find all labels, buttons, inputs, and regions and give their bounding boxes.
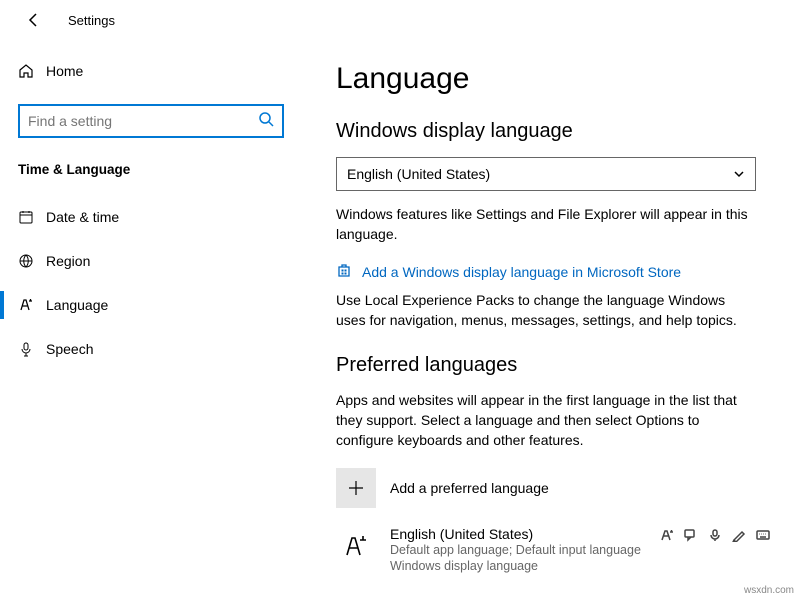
sidebar-item-label: Language — [46, 297, 108, 313]
add-language-button[interactable]: Add a preferred language — [336, 468, 770, 508]
store-icon — [336, 262, 352, 281]
keyboard-badge-icon — [756, 528, 770, 542]
add-language-label: Add a preferred language — [390, 480, 549, 496]
display-language-badge-icon — [660, 528, 674, 542]
main-content: Language Windows display language Englis… — [302, 40, 800, 598]
search-input[interactable] — [28, 113, 258, 129]
sidebar-item-date-time[interactable]: Date & time — [0, 195, 302, 239]
plus-box-icon — [336, 468, 376, 508]
speech-badge-icon — [708, 528, 722, 542]
sidebar-home[interactable]: Home — [0, 50, 302, 92]
language-name: English (United States) — [390, 526, 646, 542]
chevron-down-icon — [733, 168, 745, 180]
language-sub: Default app language; Default input lang… — [390, 542, 646, 575]
search-box[interactable] — [18, 104, 284, 138]
window-title: Settings — [68, 13, 115, 28]
a-character-icon — [336, 526, 376, 566]
search-icon — [258, 111, 274, 132]
text-to-speech-badge-icon — [684, 528, 698, 542]
sidebar-category: Time & Language — [0, 154, 302, 195]
arrow-left-icon — [26, 12, 42, 28]
sidebar-item-region[interactable]: Region — [0, 239, 302, 283]
display-language-selected: English (United States) — [347, 166, 490, 182]
packs-desc: Use Local Experience Packs to change the… — [336, 291, 756, 330]
capability-badges — [660, 526, 770, 542]
a-character-icon — [18, 297, 46, 313]
store-link[interactable]: Add a Windows display language in Micros… — [336, 262, 770, 281]
sidebar-item-label: Date & time — [46, 209, 119, 225]
page-title: Language — [336, 62, 770, 96]
preferred-heading: Preferred languages — [336, 354, 770, 377]
handwriting-badge-icon — [732, 528, 746, 542]
sidebar-item-speech[interactable]: Speech — [0, 327, 302, 371]
sidebar-item-language[interactable]: Language — [0, 283, 302, 327]
language-item[interactable]: English (United States) Default app lang… — [336, 526, 770, 575]
watermark: wsxdn.com — [744, 585, 794, 596]
display-language-select[interactable]: English (United States) — [336, 157, 756, 191]
display-language-desc: Windows features like Settings and File … — [336, 205, 756, 244]
sidebar: Home Time & Language Date & time — [0, 40, 302, 598]
sidebar-item-label: Speech — [46, 341, 93, 357]
sidebar-item-label: Region — [46, 253, 90, 269]
calendar-clock-icon — [18, 209, 46, 225]
titlebar: Settings — [0, 0, 800, 40]
back-button[interactable] — [24, 10, 44, 30]
globe-icon — [18, 253, 46, 269]
preferred-desc: Apps and websites will appear in the fir… — [336, 391, 756, 450]
microphone-icon — [18, 341, 46, 357]
store-link-label: Add a Windows display language in Micros… — [362, 264, 681, 280]
home-icon — [18, 63, 46, 79]
sidebar-home-label: Home — [46, 63, 83, 79]
display-language-heading: Windows display language — [336, 120, 770, 143]
